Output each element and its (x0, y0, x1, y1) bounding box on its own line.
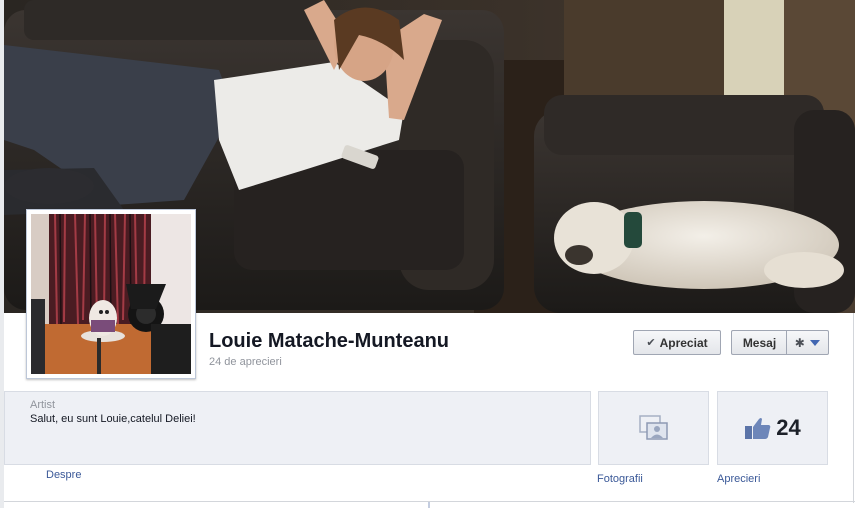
likes-app-box[interactable]: 24 (717, 391, 828, 465)
check-icon: ✔ (646, 337, 656, 349)
about-panel[interactable]: Artist Salut, eu sunt Louie,catelul Deli… (4, 391, 591, 465)
about-description: Salut, eu sunt Louie,catelul Deliei! (30, 413, 196, 425)
thumbs-up-icon (745, 418, 771, 439)
profile-picture[interactable] (26, 209, 196, 379)
likes-count: 24 (776, 415, 801, 440)
page-category: Artist (30, 399, 56, 411)
about-link[interactable]: Despre (46, 469, 81, 481)
message-button[interactable]: Mesaj (731, 330, 787, 355)
gear-icon: ✱ (794, 335, 805, 350)
photo-stack-icon (638, 415, 668, 440)
likes-link[interactable]: Aprecieri (717, 473, 760, 485)
page-border (853, 313, 854, 503)
fan-page: Louie Matache-Munteanu 24 de aprecieri ✔… (0, 0, 859, 508)
caret-down-icon (810, 339, 821, 346)
photos-app-box[interactable] (598, 391, 709, 465)
timeline-spine (428, 502, 430, 508)
liked-button[interactable]: ✔ Apreciat (633, 330, 721, 355)
message-button-label: Mesaj (742, 335, 777, 350)
likes-count-text: 24 de aprecieri (209, 356, 282, 368)
page-actions-button[interactable]: ✱ (786, 330, 829, 355)
liked-button-label: Apreciat (659, 335, 708, 350)
page-title[interactable]: Louie Matache-Munteanu (209, 330, 449, 353)
photos-link[interactable]: Fotografii (597, 473, 643, 485)
